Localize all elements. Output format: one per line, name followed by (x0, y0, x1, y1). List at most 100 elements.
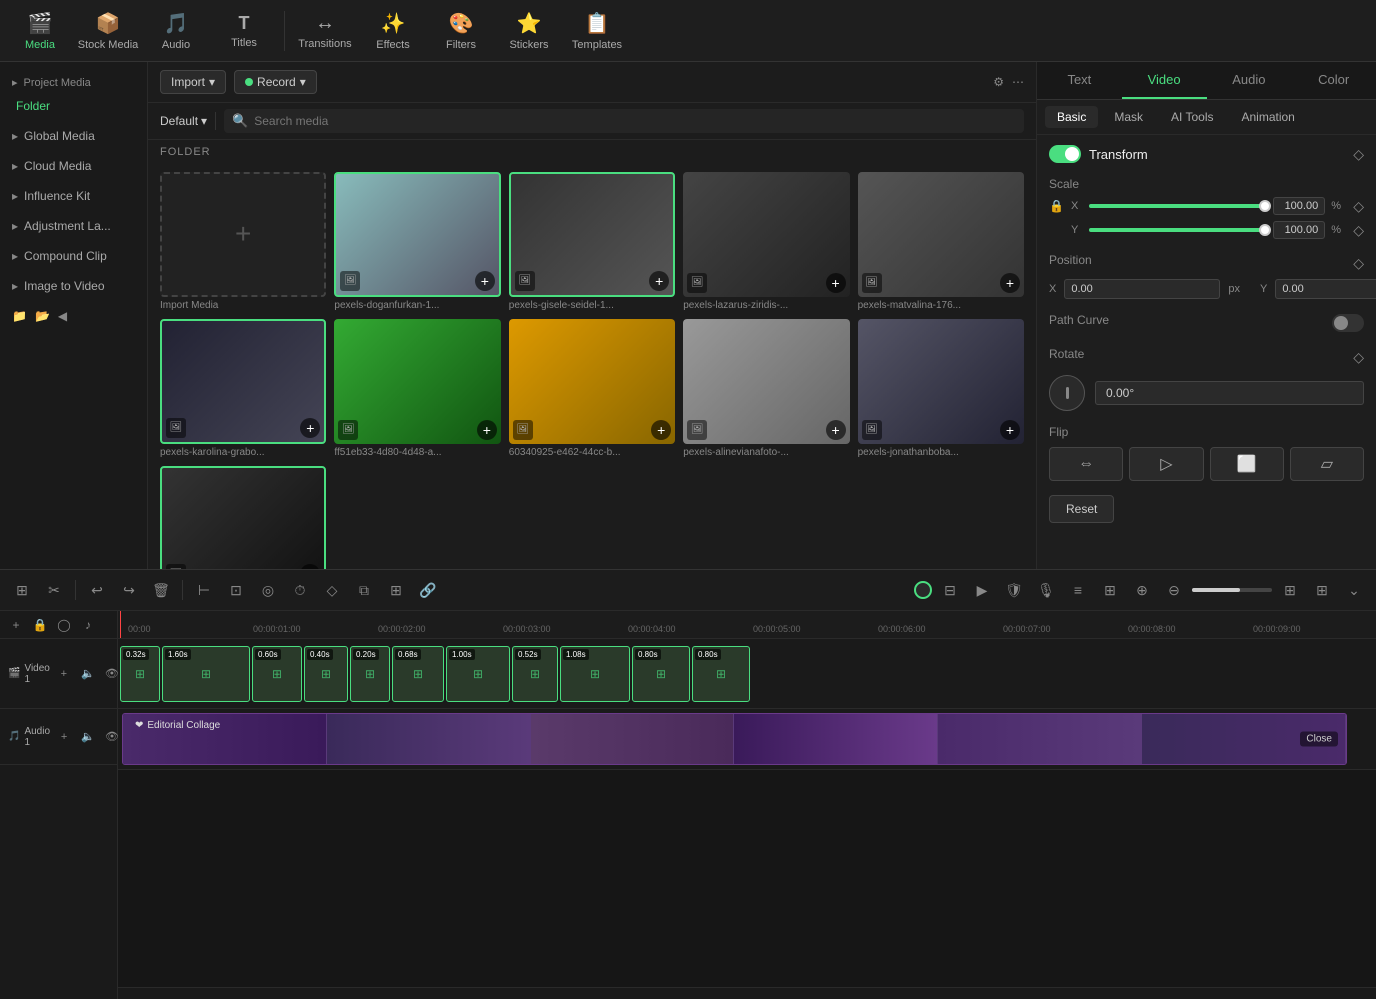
position-keyframe-icon[interactable]: ◇ (1353, 255, 1364, 272)
video-clip[interactable]: 0.52s ⊞ (512, 646, 558, 702)
record-button[interactable]: Record ▾ (234, 70, 317, 94)
video-clip[interactable]: 1.00s ⊞ (446, 646, 510, 702)
video1-mute-button[interactable]: 🔈 (78, 664, 98, 684)
scale-y-keyframe-icon[interactable]: ◇ (1353, 222, 1364, 239)
timeline-snap[interactable]: ⊟ (936, 576, 964, 604)
track-music-button[interactable]: ♪ (78, 615, 98, 635)
rotate-dial[interactable] (1049, 375, 1085, 411)
tab-text[interactable]: Text (1037, 62, 1122, 99)
track-visible-button[interactable]: ◯ (54, 615, 74, 635)
rotate-keyframe-icon[interactable]: ◇ (1353, 349, 1364, 366)
timeline-redo[interactable]: ↪ (115, 576, 143, 604)
thumb-add-button[interactable]: + (477, 420, 497, 440)
flip-horizontal-2-button[interactable]: ▷ (1129, 447, 1203, 481)
scale-y-input[interactable] (1273, 221, 1325, 239)
thumb-add-button[interactable]: + (826, 420, 846, 440)
track-lock-button[interactable]: 🔒 (30, 615, 50, 635)
thumb-add-button[interactable]: + (649, 271, 669, 291)
position-y-input[interactable] (1275, 279, 1376, 299)
video1-add-button[interactable]: + (54, 664, 74, 684)
add-folder-icon[interactable]: 📂 (35, 309, 50, 323)
list-item[interactable]: 🖼 + pexels-doganfurkan-1... (334, 172, 500, 311)
timeline-play-btn[interactable]: ▶ (968, 576, 996, 604)
video-clip[interactable]: 0.32s ⊞ (120, 646, 160, 702)
path-curve-toggle[interactable] (1332, 314, 1364, 332)
list-item[interactable]: 🖼 + pexels-gisele-seidel-1... (509, 172, 675, 311)
sidebar-compound-clip[interactable]: ▸ Compound Clip (0, 241, 147, 271)
timeline-delete[interactable]: 🗑 (147, 576, 175, 604)
reset-button[interactable]: Reset (1049, 495, 1114, 523)
thumb-add-button[interactable]: + (651, 420, 671, 440)
video-clip[interactable]: 0.60s ⊞ (252, 646, 302, 702)
video-clip[interactable]: 1.08s ⊞ (560, 646, 630, 702)
sidebar-influence-kit[interactable]: ▸ Influence Kit (0, 181, 147, 211)
scale-y-slider[interactable] (1089, 228, 1267, 232)
timeline-audio-list[interactable]: ≡ (1064, 576, 1092, 604)
tab-audio[interactable]: Audio (1207, 62, 1292, 99)
sub-tab-basic[interactable]: Basic (1045, 106, 1098, 128)
timeline-arrange[interactable]: ⧉ (350, 576, 378, 604)
timeline-motion[interactable]: ◇ (318, 576, 346, 604)
transform-toggle[interactable] (1049, 145, 1081, 163)
timeline-crop[interactable]: ⊡ (222, 576, 250, 604)
timeline-mic[interactable]: 🎙 (1032, 576, 1060, 604)
tab-color[interactable]: Color (1291, 62, 1376, 99)
import-media-item[interactable]: + Import Media (160, 172, 326, 311)
timeline-zoom-out-btn[interactable]: ⊖ (1160, 576, 1188, 604)
transform-keyframe-icon[interactable]: ◇ (1353, 146, 1364, 163)
view-selector[interactable]: Default ▾ (160, 114, 207, 128)
flip-horizontal-button[interactable]: ⇔ (1049, 447, 1123, 481)
list-item[interactable]: 🖼 + pexels-lazarus-ziridis-... (683, 172, 849, 311)
sub-tab-mask[interactable]: Mask (1102, 106, 1155, 128)
add-track-button[interactable]: + (6, 615, 26, 635)
toolbar-media[interactable]: 🎬 Media (8, 4, 72, 58)
timeline-speed[interactable]: ⏱ (286, 576, 314, 604)
sub-tab-ai-tools[interactable]: AI Tools (1159, 106, 1225, 128)
timeline-scrollbar[interactable] (118, 987, 1376, 999)
new-folder-icon[interactable]: 📁 (12, 309, 27, 323)
toolbar-titles[interactable]: T Titles (212, 4, 276, 58)
list-item[interactable]: 🖼 + pexels-matvalina-176... (858, 172, 1024, 311)
more-options-icon[interactable]: ⋯ (1012, 75, 1024, 89)
timeline-undo[interactable]: ↩ (83, 576, 111, 604)
video-clip[interactable]: 0.68s ⊞ (392, 646, 444, 702)
editorial-collage-track[interactable]: ❤ Editorial Collage Close (122, 713, 1347, 765)
list-item[interactable]: 🖼 + 60340925-e462-44cc-b... (509, 319, 675, 458)
sidebar-adjustment[interactable]: ▸ Adjustment La... (0, 211, 147, 241)
sidebar-folder-label[interactable]: Folder (0, 95, 147, 121)
toolbar-effects[interactable]: ✨ Effects (361, 4, 425, 58)
timeline-group[interactable]: ⊞ (382, 576, 410, 604)
video-clip[interactable]: 0.20s ⊞ (350, 646, 390, 702)
sub-tab-animation[interactable]: Animation (1229, 106, 1306, 128)
sidebar-cloud-media[interactable]: ▸ Cloud Media (0, 151, 147, 181)
thumb-add-button[interactable]: + (300, 418, 320, 438)
scale-x-slider[interactable] (1089, 204, 1267, 208)
video-clip[interactable]: 0.80s ⊞ (692, 646, 750, 702)
video-clip[interactable]: 0.80s ⊞ (632, 646, 690, 702)
toolbar-stock-media[interactable]: 📦 Stock Media (76, 4, 140, 58)
timeline-zoom-fit[interactable]: ⊞ (1276, 576, 1304, 604)
video-clip[interactable]: 1.60s ⊞ (162, 646, 250, 702)
audio1-mute-button[interactable]: 🔈 (78, 727, 98, 747)
import-button[interactable]: Import ▾ (160, 70, 226, 94)
flip-vertical-2-button[interactable]: ▱ (1290, 447, 1364, 481)
thumb-add-button[interactable]: + (1000, 273, 1020, 293)
list-item[interactable]: 🖼 + ff51eb33-4d80-4d48-a... (334, 319, 500, 458)
timeline-shield[interactable]: 🛡 (1000, 576, 1028, 604)
toolbar-transitions[interactable]: ↔ Transitions (293, 4, 357, 58)
position-x-input[interactable] (1064, 279, 1220, 299)
editorial-close-button[interactable]: Close (1300, 732, 1338, 747)
video-clip[interactable]: 0.40s ⊞ (304, 646, 348, 702)
list-item[interactable]: 🖼 + pexels-jonathanboba... (858, 319, 1024, 458)
search-input[interactable] (254, 114, 1016, 128)
toolbar-stickers[interactable]: ⭐ Stickers (497, 4, 561, 58)
timeline-more[interactable]: ⌄ (1340, 576, 1368, 604)
thumb-add-button[interactable]: + (1000, 420, 1020, 440)
timeline-select-tool[interactable]: ⊞ (8, 576, 36, 604)
playhead[interactable] (120, 611, 121, 638)
sidebar-image-to-video[interactable]: ▸ Image to Video (0, 271, 147, 301)
toolbar-audio[interactable]: 🎵 Audio (144, 4, 208, 58)
toolbar-filters[interactable]: 🎨 Filters (429, 4, 493, 58)
audio1-add-button[interactable]: + (54, 727, 74, 747)
sidebar-global-media[interactable]: ▸ Global Media (0, 121, 147, 151)
